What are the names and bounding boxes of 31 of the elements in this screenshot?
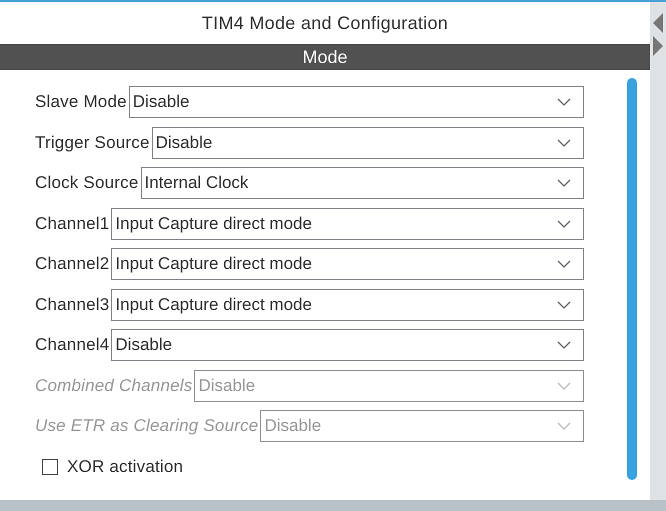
dropdown[interactable]: Internal Clock <box>140 167 584 199</box>
field-label: Channel1 <box>35 214 110 234</box>
horizontal-scrollbar[interactable] <box>0 500 666 511</box>
checkbox[interactable] <box>42 458 58 474</box>
field-label: Combined Channels <box>35 376 192 396</box>
chevron-down-icon <box>557 260 571 268</box>
field-label: Clock Source <box>35 173 138 193</box>
scrollbar-thumb[interactable] <box>627 78 637 480</box>
dropdown[interactable]: Input Capture direct mode <box>111 248 584 280</box>
field-label: Use ETR as Clearing Source <box>35 416 258 436</box>
chevron-down-icon <box>557 179 571 187</box>
dropdown[interactable]: Disable <box>111 329 584 361</box>
dropdown[interactable]: Disable <box>152 126 584 158</box>
window-title: TIM4 Mode and Configuration <box>200 12 450 35</box>
chevron-down-icon <box>557 341 571 349</box>
field-label: Slave Mode <box>35 92 127 112</box>
chevron-down-icon <box>557 422 571 430</box>
field-label: Channel2 <box>35 254 110 274</box>
chevron-down-icon <box>557 138 571 146</box>
chevron-down-icon <box>557 98 571 106</box>
field-label: Channel4 <box>35 335 110 355</box>
field-label: Channel3 <box>35 294 110 314</box>
chevron-down-icon <box>557 300 571 308</box>
dropdown[interactable]: Input Capture direct mode <box>111 208 584 240</box>
dropdown[interactable]: Input Capture direct mode <box>111 288 584 320</box>
field-label: Trigger Source <box>35 132 150 152</box>
dropdown[interactable]: Disable <box>128 86 584 118</box>
section-header: Mode <box>0 44 650 70</box>
chevron-down-icon <box>557 220 571 228</box>
checkbox-label: XOR activation <box>67 456 184 476</box>
chevron-down-icon <box>557 382 571 390</box>
